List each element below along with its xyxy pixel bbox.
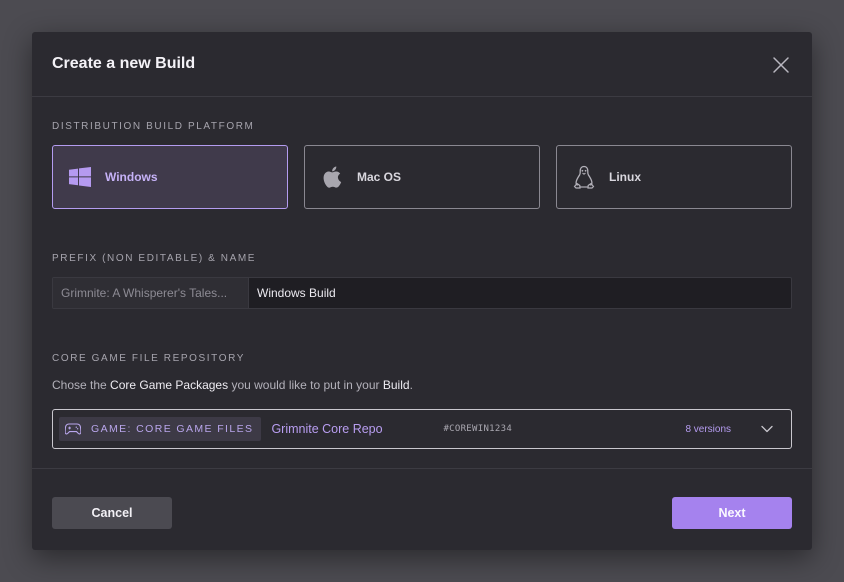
- name-prefix: Grimnite: A Whisperer's Tales...: [53, 278, 249, 308]
- close-icon[interactable]: [772, 56, 790, 74]
- repo-name: Grimnite Core Repo: [271, 422, 383, 436]
- cancel-button[interactable]: Cancel: [52, 497, 172, 529]
- repo-type-tag: GAME: CORE GAME FILES: [59, 417, 262, 441]
- repo-section-label: CORE GAME FILE REPOSITORY: [52, 353, 245, 364]
- platform-label: Windows: [105, 170, 158, 184]
- next-button[interactable]: Next: [672, 497, 792, 529]
- footer-divider: [32, 468, 812, 469]
- platform-label: Mac OS: [357, 170, 402, 184]
- create-build-dialog: Create a new Build DISTRIBUTION BUILD PL…: [32, 32, 812, 550]
- platform-option-macos[interactable]: Mac OS: [304, 145, 540, 209]
- platform-label: Linux: [609, 170, 641, 184]
- gamepad-icon: [65, 421, 81, 437]
- repo-select-dropdown[interactable]: GAME: CORE GAME FILES Grimnite Core Repo…: [52, 409, 792, 449]
- apple-icon: [321, 166, 343, 188]
- platform-option-linux[interactable]: Linux: [556, 145, 792, 209]
- chevron-down-icon: [761, 423, 774, 435]
- windows-icon: [69, 166, 91, 188]
- dialog-title: Create a new Build: [52, 55, 196, 72]
- repo-code: #COREWIN1234: [443, 424, 513, 434]
- platform-option-windows[interactable]: Windows: [52, 145, 288, 209]
- repo-description: Chose the Core Game Packages you would l…: [52, 378, 413, 392]
- linux-icon: [573, 165, 595, 189]
- name-section-label: PREFIX (NON EDITABLE) & NAME: [52, 253, 257, 264]
- dialog-header: Create a new Build: [32, 32, 812, 97]
- build-name-field: Grimnite: A Whisperer's Tales...: [52, 277, 792, 309]
- build-name-input[interactable]: [249, 278, 791, 308]
- repo-versions-count: 8 versions: [685, 423, 732, 435]
- repo-tag-label: GAME: CORE GAME FILES: [91, 423, 254, 435]
- platform-section-label: DISTRIBUTION BUILD PLATFORM: [52, 121, 255, 132]
